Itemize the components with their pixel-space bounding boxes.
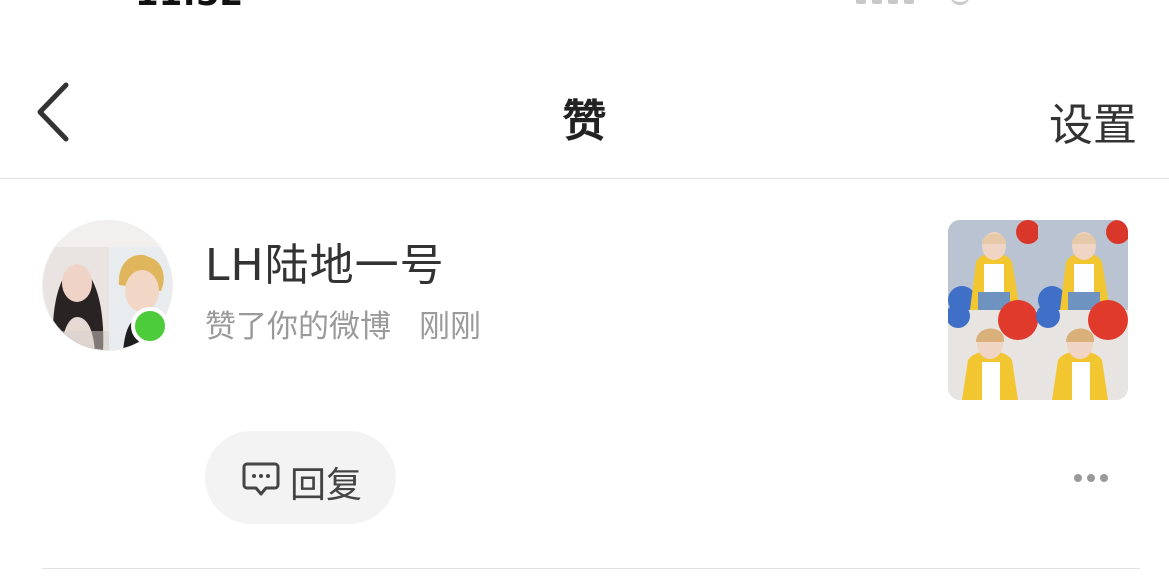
wifi-icon [950, 0, 970, 5]
notification-meta: 赞了你的微博 刚刚 [205, 301, 481, 346]
like-notification-item[interactable]: LH陆地一号 赞了你的微博 刚刚 回复 [0, 179, 1169, 569]
thumbnail-image [948, 220, 1128, 400]
reply-button[interactable]: 回复 [205, 431, 396, 524]
online-status-indicator [131, 307, 169, 345]
post-thumbnail[interactable] [948, 220, 1128, 400]
settings-button[interactable]: 设置 [1049, 89, 1137, 153]
nav-bar: 赞 设置 [0, 55, 1169, 179]
comment-bubble-icon [242, 462, 280, 496]
signal-icon [856, 0, 914, 4]
divider [42, 568, 1140, 569]
username[interactable]: LH陆地一号 [205, 229, 445, 293]
status-time: 11:52 [135, 0, 243, 12]
page-title: 赞 [562, 96, 607, 147]
more-options-button[interactable] [1070, 464, 1112, 492]
timestamp: 刚刚 [419, 309, 481, 345]
action-text: 赞了你的微博 [205, 309, 391, 345]
reply-label: 回复 [290, 465, 363, 506]
status-bar: 11:52 [0, 0, 1169, 12]
